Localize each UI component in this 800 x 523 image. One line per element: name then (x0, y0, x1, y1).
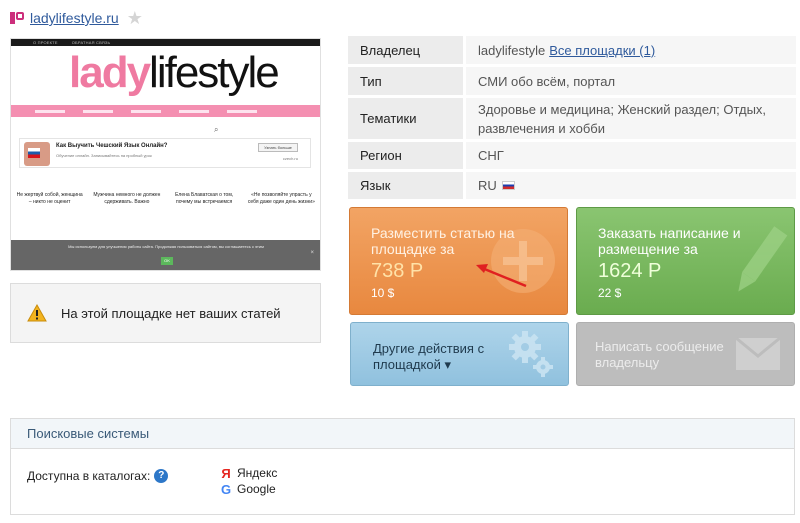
thumb-ad-banner: Как Выучить Чешский Язык Онлайн? Обучени… (19, 138, 311, 168)
thumb-cookie-text: Мы используем для улучшения работы сайта… (68, 244, 264, 249)
order-writing-title: Заказать написание и размещение за (598, 225, 741, 257)
thumb-nav-bar (11, 105, 320, 117)
info-row-owner: Владелец ladylifestyle Все площадки (1) (348, 36, 796, 64)
yandex-icon: Я (221, 465, 231, 481)
order-writing-price-usd: 22 $ (598, 286, 622, 300)
thumb-logo-part1: lady (69, 48, 151, 97)
thumb-article: Не жертвуй собой, женщина – никто не оце… (16, 192, 83, 205)
no-articles-notice: На этой площадке нет ваших статей (10, 283, 321, 343)
search-engines-panel: Поисковые системы Доступна в каталогах: … (10, 418, 795, 515)
site-info-table: Владелец ladylifestyle Все площадки (1) … (348, 36, 796, 202)
thumb-article: Мужчина немного не должен сдерживать. Ва… (93, 192, 161, 205)
thumb-cookie-ok: OK (161, 257, 173, 265)
thumb-article-columns: Не жертвуй собой, женщина – никто не оце… (11, 185, 320, 206)
thumb-topbar: О ПРОЕКТЕ ОБРАТНАЯ СВЯЗЬ (11, 39, 320, 46)
info-value: Здоровье и медицина; Женский раздел; Отд… (466, 98, 796, 139)
warning-icon (27, 304, 47, 322)
no-articles-text: На этой площадке нет ваших статей (61, 305, 281, 321)
thumb-topbar-item: О ПРОЕКТЕ (33, 40, 58, 45)
info-key: Тип (348, 67, 463, 95)
place-article-title: Разместить статью на площадке за (371, 225, 515, 257)
info-value: ladylifestyle Все площадки (1) (466, 36, 796, 64)
order-writing-button[interactable]: Заказать написание и размещение за 1624 … (576, 207, 795, 315)
other-actions-dropdown[interactable]: Другие действия с площадкой ▾ (350, 322, 569, 386)
thumb-search-icon: ⌕ (214, 125, 219, 134)
info-value: RU (466, 172, 796, 199)
order-writing-price-rub: 1624 Р (598, 260, 662, 282)
owner-name: ladylifestyle (478, 42, 546, 58)
other-actions-label: Другие действия с площадкой ▾ (373, 341, 485, 372)
site-favicon-icon (10, 11, 24, 25)
engine-item-google: G Google (221, 481, 277, 497)
info-key: Язык (348, 172, 463, 199)
engine-list: Я Яндекс G Google (221, 465, 277, 497)
engine-name: Яндекс (237, 466, 278, 480)
catalog-availability: Доступна в каталогах: ? (27, 469, 169, 483)
info-key: Регион (348, 142, 463, 169)
info-key: Владелец (348, 36, 463, 64)
thumb-cookie-close-icon: × (310, 250, 314, 256)
catalog-label: Доступна в каталогах: (27, 469, 151, 483)
info-row-topics: Тематики Здоровье и медицина; Женский ра… (348, 98, 796, 139)
thumb-topbar-item: ОБРАТНАЯ СВЯЗЬ (71, 40, 111, 45)
site-screenshot-thumbnail[interactable]: О ПРОЕКТЕ ОБРАТНАЯ СВЯЗЬ ladylifestyle ⌕… (10, 38, 321, 271)
thumb-ad-button: Узнать больше (258, 143, 298, 152)
site-url-link[interactable]: ladylifestyle.ru (30, 10, 119, 26)
thumb-article: Елена Блаватская о том, почему мы встреч… (175, 192, 234, 205)
info-key: Тематики (348, 98, 463, 139)
search-engines-heading: Поисковые системы (11, 419, 794, 449)
help-icon[interactable]: ? (154, 469, 169, 483)
info-value: СМИ обо всём, портал (466, 67, 796, 95)
google-icon: G (221, 481, 232, 497)
red-arrow-annotation (476, 264, 527, 288)
info-row-language: Язык RU (348, 172, 796, 199)
engine-name: Google (237, 482, 276, 496)
place-article-button[interactable]: Разместить статью на площадке за 738 Р 1… (349, 207, 568, 315)
thumb-logo-part2: lifestyle (149, 48, 280, 97)
all-sites-link[interactable]: Все площадки (1) (549, 41, 655, 60)
message-owner-label: Написать сообщение владельцу (595, 339, 724, 370)
place-article-price-usd: 10 $ (371, 286, 395, 300)
thumb-article: «Не позволяйте упрасть у себя даже один … (247, 192, 315, 205)
message-owner-button[interactable]: Написать сообщение владельцу (576, 322, 795, 386)
favorite-star-icon[interactable]: ★ (127, 9, 143, 27)
thumb-ad-subtitle: Обучение онлайн. Записывайтесь на пробны… (56, 153, 152, 158)
info-row-type: Тип СМИ обо всём, портал (348, 67, 796, 95)
thumb-ad-url: czech.ru (282, 156, 298, 161)
thumb-cookie-banner: Мы используем для улучшения работы сайта… (11, 240, 320, 270)
gears-icon (509, 331, 553, 377)
place-article-price-rub: 738 Р (371, 260, 424, 282)
thumb-ad-image (24, 142, 50, 166)
info-row-region: Регион СНГ (348, 142, 796, 169)
engine-item-yandex: Я Яндекс (221, 465, 277, 481)
info-value: СНГ (466, 142, 796, 169)
envelope-icon (735, 337, 781, 370)
language-code: RU (478, 178, 497, 193)
thumb-logo: ladylifestyle (69, 48, 280, 97)
site-header: ladylifestyle.ru ★ (10, 8, 143, 28)
russia-flag-icon (501, 181, 515, 190)
thumb-ad-title: Как Выучить Чешский Язык Онлайн? (56, 143, 168, 149)
